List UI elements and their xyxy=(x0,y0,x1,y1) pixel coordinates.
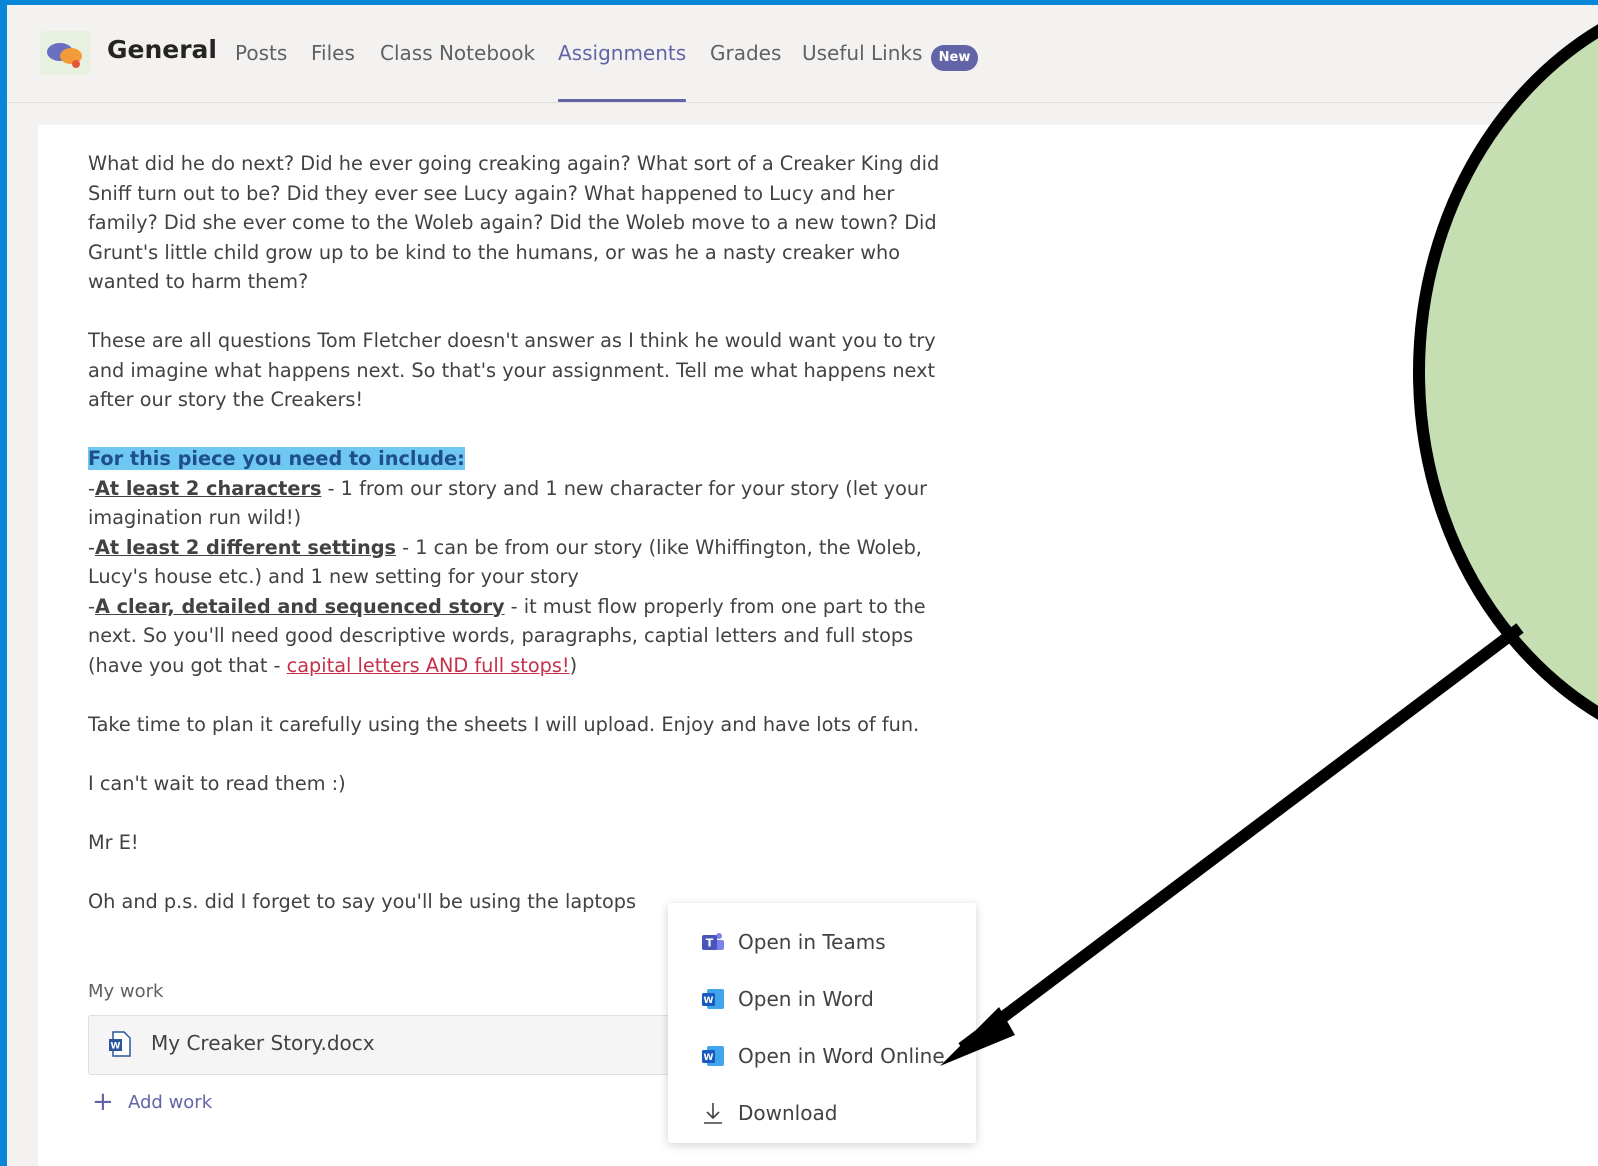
emphasis-text: capital letters AND full stops! xyxy=(286,653,570,677)
requirement-title: A clear, detailed and sequenced story xyxy=(94,594,505,618)
plus-icon: + xyxy=(92,1087,114,1117)
menu-item-label: Open in Word xyxy=(738,987,874,1011)
teams-icon: T xyxy=(702,933,724,950)
add-work-label: Add work xyxy=(128,1092,213,1113)
requirement-1: -At least 2 characters - 1 from our stor… xyxy=(88,476,928,530)
assignment-card: What did he do next? Did he ever going c… xyxy=(38,125,1598,1166)
include-section: For this piece you need to include: xyxy=(88,444,958,474)
tab-grades[interactable]: Grades xyxy=(710,41,781,102)
menu-item-label: Open in Teams xyxy=(738,930,886,954)
word-doc-icon: W xyxy=(109,1031,131,1057)
my-work-label: My work xyxy=(88,981,164,1002)
paragraph: What did he do next? Did he ever going c… xyxy=(88,152,940,293)
requirement-title: At least 2 different settings xyxy=(94,535,397,559)
tab-useful-links[interactable]: Useful Links xyxy=(802,41,922,102)
paragraph: I can't wait to read them :) xyxy=(88,771,346,795)
tab-files[interactable]: Files xyxy=(311,41,355,102)
word-icon: W xyxy=(702,989,724,1009)
channel-name: General xyxy=(107,35,217,64)
file-name[interactable]: My Creaker Story.docx xyxy=(151,1031,375,1055)
menu-item-open-in-teams[interactable]: T Open in Teams xyxy=(668,915,976,971)
menu-item-open-in-word-online[interactable]: W Open in Word Online xyxy=(668,1029,976,1085)
menu-item-open-in-word[interactable]: W Open in Word xyxy=(668,972,976,1028)
menu-item-label: Download xyxy=(738,1101,838,1125)
word-icon: W xyxy=(702,1046,724,1066)
requirement-title: At least 2 characters xyxy=(94,476,322,500)
include-heading: For this piece you need to include: xyxy=(88,447,465,470)
tab-class-notebook[interactable]: Class Notebook xyxy=(380,41,535,102)
requirement-3: -A clear, detailed and sequenced story -… xyxy=(88,594,926,677)
paragraph: These are all questions Tom Fletcher doe… xyxy=(88,329,936,411)
paragraph: Take time to plan it carefully using the… xyxy=(88,712,920,736)
assignment-instructions: What did he do next? Did he ever going c… xyxy=(88,149,958,916)
file-context-menu: T Open in Teams W Open in Word W Open in… xyxy=(668,903,976,1143)
menu-item-download[interactable]: Download xyxy=(668,1086,976,1142)
download-icon xyxy=(704,1103,722,1124)
team-avatar-icon[interactable] xyxy=(40,31,90,75)
tab-assignments[interactable]: Assignments xyxy=(558,41,687,102)
channel-header: General Posts Files Class Notebook Assig… xyxy=(7,5,1598,103)
signature: Mr E! xyxy=(88,830,139,854)
svg-text:W: W xyxy=(704,996,714,1006)
closing-paren: ) xyxy=(569,653,578,677)
svg-text:W: W xyxy=(704,1053,714,1063)
requirement-2: -At least 2 different settings - 1 can b… xyxy=(88,535,922,589)
menu-item-label: Open in Word Online xyxy=(738,1044,945,1068)
new-badge: New xyxy=(931,45,978,71)
svg-text:T: T xyxy=(706,937,714,950)
teams-window: General Posts Files Class Notebook Assig… xyxy=(7,5,1598,1166)
svg-text:W: W xyxy=(111,1042,121,1052)
tab-posts[interactable]: Posts xyxy=(235,41,287,102)
